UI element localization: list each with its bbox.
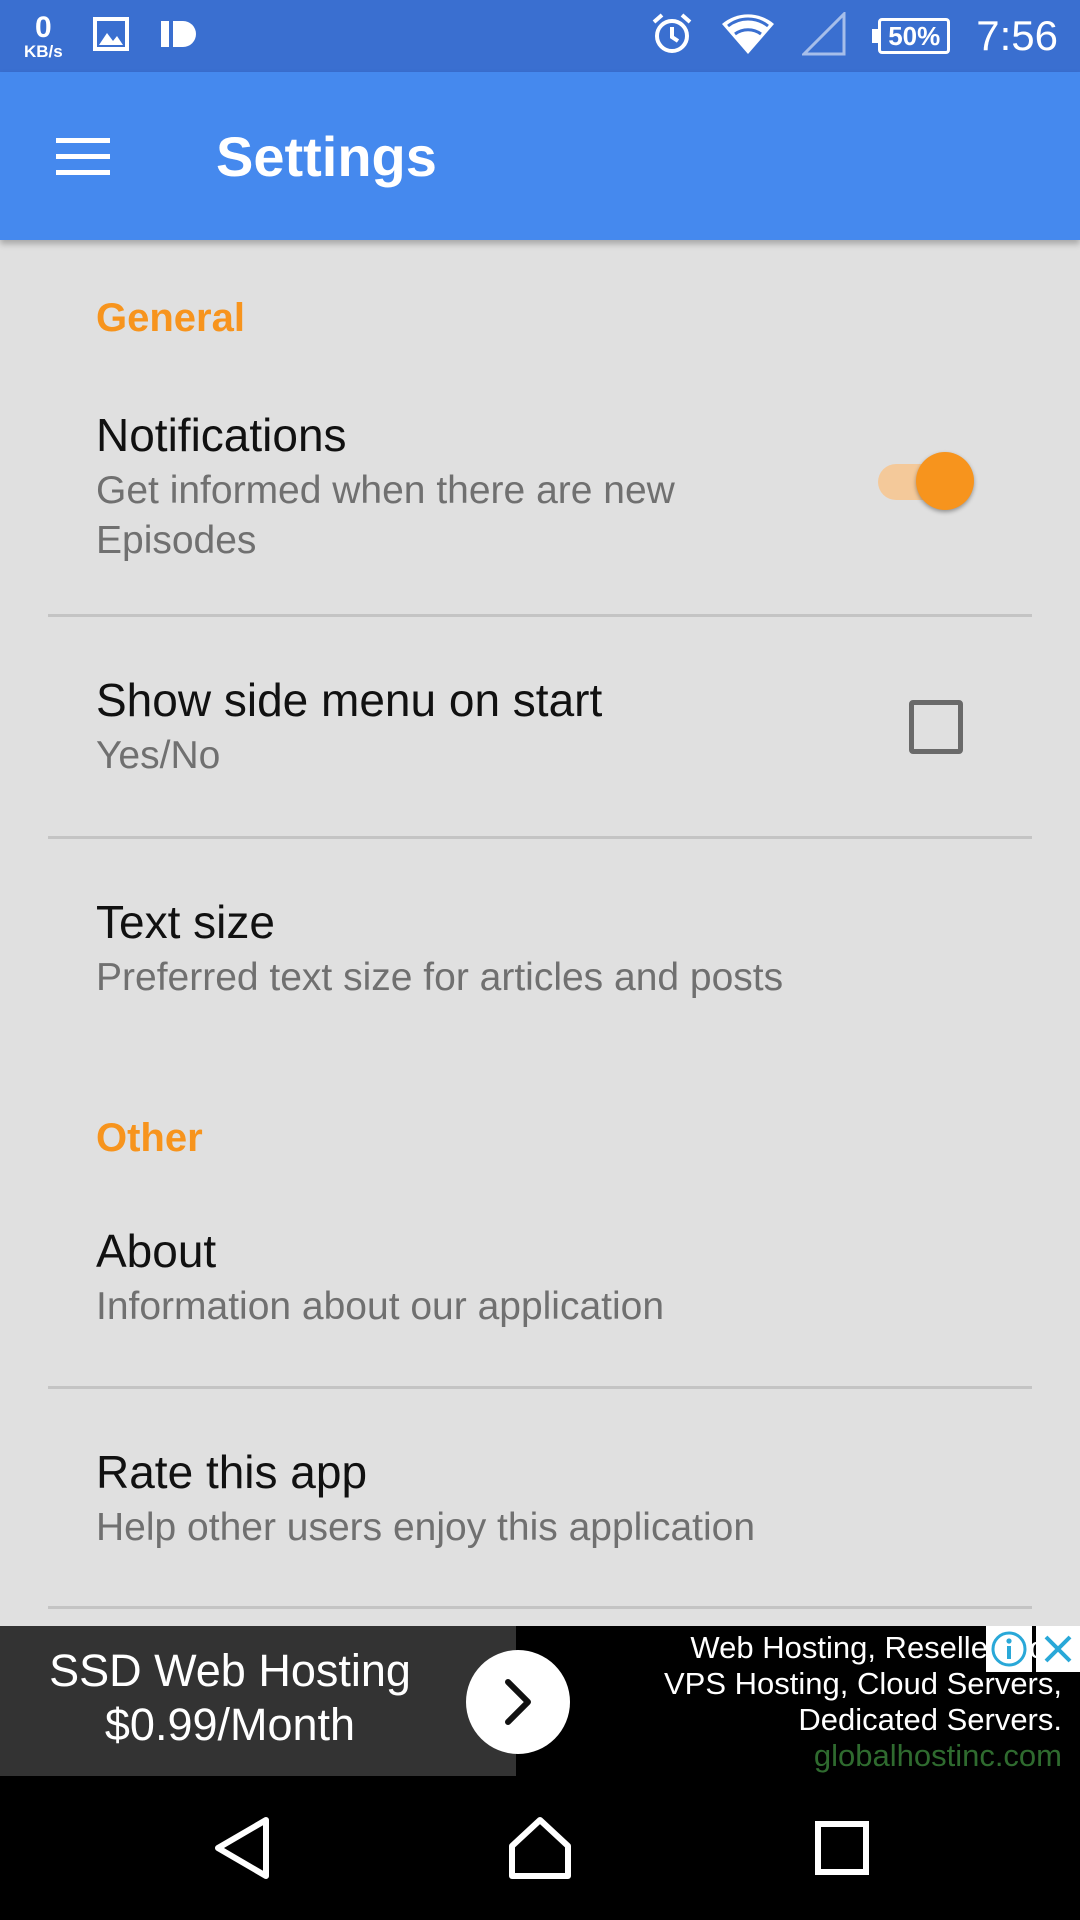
ad-domain: globalhostinc.com xyxy=(813,1738,1062,1773)
pref-title: Show side menu on start xyxy=(96,674,603,726)
pref-rate-app[interactable]: Rate this app Help other users enjoy thi… xyxy=(48,1389,1032,1607)
pref-summary: Information about our application xyxy=(96,1285,665,1328)
chevron-right-icon xyxy=(505,1679,531,1725)
ad-info-icon[interactable] xyxy=(986,1626,1032,1672)
id-icon xyxy=(159,17,199,56)
pref-about[interactable]: About Information about our application xyxy=(48,1170,1032,1386)
alarm-icon xyxy=(650,12,694,61)
pref-title: Notifications xyxy=(96,409,347,461)
pref-title: Rate this app xyxy=(96,1446,368,1498)
net-speed-unit: KB/s xyxy=(24,41,63,61)
pref-summary: Yes/No xyxy=(96,734,221,777)
battery-icon: 50% xyxy=(872,18,951,54)
divider xyxy=(48,1606,1032,1609)
pref-show-side-menu[interactable]: Show side menu on start Yes/No xyxy=(48,617,1032,837)
pref-title: About xyxy=(96,1225,217,1277)
section-header-general: General xyxy=(96,296,245,340)
back-icon[interactable] xyxy=(206,1812,278,1884)
ad-headline-line1: SSD Web Hosting xyxy=(49,1645,411,1696)
clock: 7:56 xyxy=(976,12,1058,59)
hamburger-menu-icon[interactable] xyxy=(52,130,114,182)
pref-title: Text size xyxy=(96,896,275,948)
ad-left-panel: SSD Web Hosting $0.99/Month xyxy=(0,1626,516,1776)
page-title: Settings xyxy=(216,125,437,188)
switch-thumb xyxy=(916,452,974,510)
ad-headline-line2: $0.99/Month xyxy=(104,1699,356,1750)
ad-arrow-button[interactable] xyxy=(466,1650,570,1754)
status-bar: 0 KB/s 50% 7:56 xyxy=(0,0,1080,72)
notifications-switch[interactable] xyxy=(878,450,974,510)
image-icon xyxy=(92,16,129,56)
wifi-icon xyxy=(720,12,776,61)
app-bar: Settings xyxy=(0,72,1080,240)
pref-summary: Get informed when there are new Episodes xyxy=(96,469,675,562)
net-speed: 0 KB/s xyxy=(24,10,63,61)
section-header-other: Other xyxy=(96,1116,203,1160)
ad-close-icon[interactable] xyxy=(1036,1626,1080,1672)
recents-icon[interactable] xyxy=(806,1812,878,1884)
signal-icon xyxy=(800,9,846,61)
ad-banner[interactable]: SSD Web Hosting $0.99/Month Web Hosting,… xyxy=(0,1626,1080,1776)
ad-headline: SSD Web Hosting $0.99/Month xyxy=(20,1644,440,1752)
pref-summary: Help other users enjoy this application xyxy=(96,1506,756,1549)
navigation-bar xyxy=(0,1776,1080,1920)
ad-desc-line3: Dedicated Servers. xyxy=(798,1702,1062,1737)
side-menu-checkbox[interactable] xyxy=(909,700,963,754)
net-speed-value: 0 xyxy=(35,10,52,44)
pref-summary: Preferred text size for articles and pos… xyxy=(96,956,784,999)
battery-percent: 50% xyxy=(878,18,951,54)
home-icon[interactable] xyxy=(504,1812,576,1884)
pref-text-size[interactable]: Text size Preferred text size for articl… xyxy=(48,839,1032,1059)
